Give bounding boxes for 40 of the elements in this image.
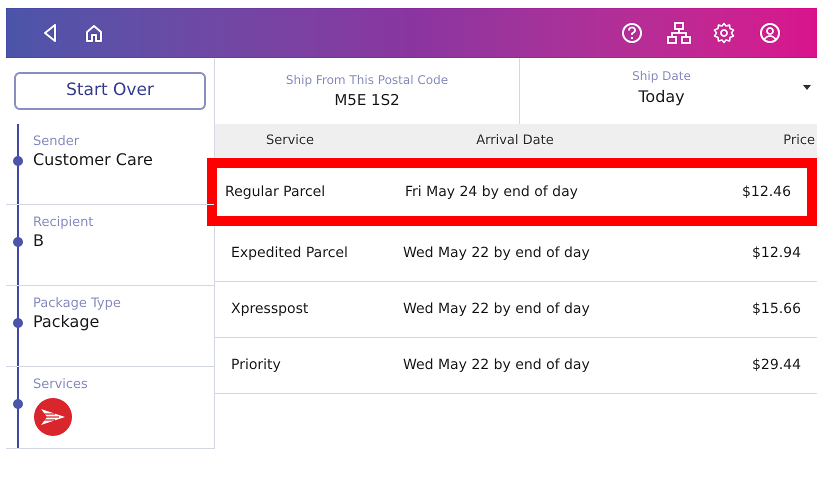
table-cell-text: Priority: [230, 356, 282, 375]
table-cell-text: $12.94: [752, 244, 802, 263]
table-cell-text: Xpresspost: [230, 300, 310, 319]
step-label: Package Type: [33, 296, 122, 312]
step-value: B: [33, 231, 45, 251]
ship-date-value: Today: [638, 86, 685, 108]
ship-date-dropdown[interactable]: Ship Date Today: [520, 58, 817, 124]
account-icon[interactable]: [759, 22, 781, 44]
step-value: Package: [33, 312, 100, 332]
network-icon[interactable]: [667, 22, 691, 44]
table-cell-text: $12.46: [742, 182, 792, 202]
step-label: Recipient: [33, 215, 94, 231]
column-header: Service: [264, 132, 316, 150]
postal-code-value: M5E 1S2: [334, 90, 400, 111]
carrier-logo-icon: [33, 397, 73, 437]
column-header: Price: [783, 132, 816, 150]
table-cell-text: Fri May 24 by end of day: [405, 182, 579, 202]
table-cell-text: $15.66: [752, 300, 802, 319]
settings-icon[interactable]: [713, 22, 735, 44]
home-icon[interactable]: [84, 23, 104, 43]
table-cell-text: Regular Parcel: [224, 182, 326, 202]
help-icon[interactable]: [621, 22, 643, 44]
postal-code-label: Ship From This Postal Code: [286, 72, 448, 89]
caret-icon: [803, 84, 811, 90]
table-row[interactable]: Priority Wed May 22 by end of day $29.44: [215, 338, 817, 394]
column-header: Arrival Date: [475, 132, 555, 150]
start-over-button[interactable]: Start Over: [14, 72, 206, 110]
table-cell-text: Wed May 22 by end of day: [403, 356, 591, 375]
table-cell-text: Wed May 22 by end of day: [403, 300, 591, 319]
ship-date-label: Ship Date: [632, 68, 691, 85]
table-cell-text: $29.44: [752, 356, 802, 375]
table-row[interactable]: Xpresspost Wed May 22 by end of day $15.66: [215, 282, 817, 338]
table-row[interactable]: Regular Parcel Fri May 24 by end of day $12.46: [207, 158, 817, 226]
table-cell-text: Expedited Parcel: [230, 244, 349, 263]
step-value: Customer Care: [33, 150, 154, 170]
table-cell-text: Wed May 22 by end of day: [403, 244, 591, 263]
back-icon[interactable]: [42, 23, 58, 43]
step-label: Services: [33, 377, 89, 393]
step-label: Sender: [33, 134, 80, 150]
table-row[interactable]: Expedited Parcel Wed May 22 by end of day $12.94: [215, 226, 817, 282]
